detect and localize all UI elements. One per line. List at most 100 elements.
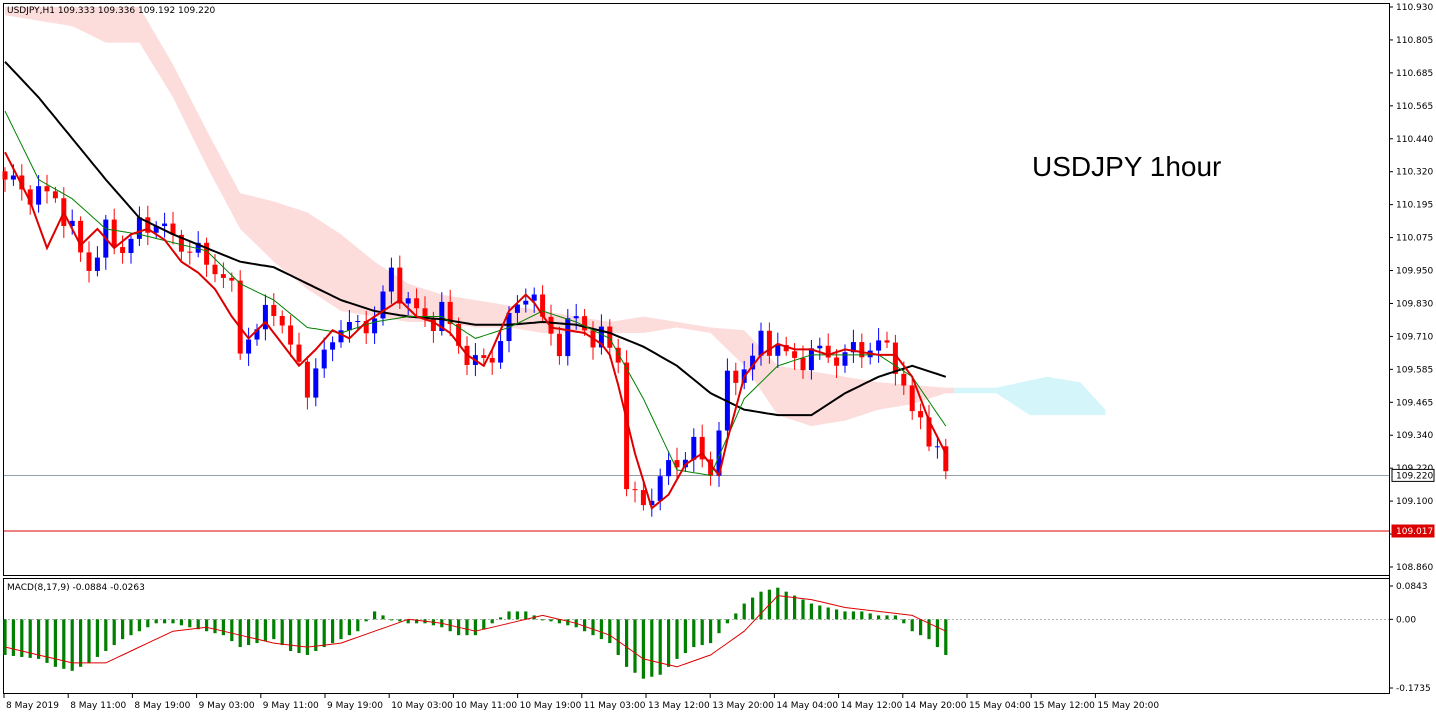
candle-body [842,352,848,366]
symbol-header: USDJPY,H1 109.333 109.336 109.192 109.22… [7,6,216,16]
candle-body [229,277,235,281]
macd-histogram-bar [146,619,150,628]
candle-body [136,217,142,239]
macd-histogram-bar [297,619,301,653]
macd-histogram-bar [398,619,402,622]
macd-histogram-bar [213,619,217,634]
macd-histogram-bar [507,611,511,620]
macd-histogram-bar [583,619,587,632]
price-tick-label: 110.440 [1396,135,1433,145]
candle-body [834,357,840,366]
macd-histogram-bar [835,609,839,620]
macd-histogram-bar [709,619,713,644]
macd-histogram-bar [121,619,125,640]
macd-histogram-bar [104,619,108,652]
macd-histogram-bar [247,619,251,646]
macd-histogram-bar [163,619,167,624]
macd-histogram-bar [87,619,91,663]
candle-body [44,186,50,192]
candle-body [388,267,394,292]
time-tick-label: 11 May 03:00 [584,701,646,711]
candle-body [808,348,814,371]
candle-body [876,340,882,351]
time-tick-label: 14 May 12:00 [841,701,903,711]
macd-histogram-bar [356,619,360,632]
candle-body [187,251,193,253]
current-price-tag: 109.220 [1391,468,1435,482]
time-tick-label: 15 May 12:00 [1033,701,1095,711]
candle-body [934,446,940,448]
candle-body [582,316,588,331]
macd-histogram-bar [238,619,242,648]
macd-histogram-bar [79,619,83,667]
macd-histogram-bar [364,619,368,622]
candle-body [397,267,403,304]
time-tick-label: 10 May 03:00 [391,701,453,711]
macd-histogram-bar [944,619,948,655]
macd-histogram-bar [868,613,872,620]
macd-histogram-bar [221,619,225,636]
macd-histogram-bar [877,615,881,620]
time-tick-label: 10 May 19:00 [520,701,582,711]
candle-body [817,345,823,349]
macd-histogram-bar [263,619,267,642]
candle-body [792,351,798,358]
time-tick-label: 13 May 12:00 [648,701,710,711]
macd-histogram-bar [843,611,847,620]
candle-body [52,191,58,199]
macd-histogram-bar [389,619,393,621]
macd-histogram-bar [37,619,41,659]
macd-histogram-bar [490,619,494,624]
candle-body [909,385,915,412]
support-price-tag: 109.017 [1391,524,1435,538]
candle-body [918,411,924,418]
macd-histogram-bar [725,619,729,624]
macd-histogram-bar [683,619,687,653]
macd-histogram-bar [339,619,343,640]
price-tick-label: 110.685 [1396,69,1433,79]
candle-body [733,370,739,383]
macd-histogram-bar [734,613,738,620]
macd-histogram-bar [809,603,813,620]
macd-histogram-bar [717,619,721,634]
candle-body [212,264,218,275]
candle-body [766,330,772,356]
macd-histogram-bar [650,619,654,677]
candle-body [355,320,361,322]
candle-body [220,274,226,278]
candle-body [296,344,302,362]
candle-body [405,298,411,304]
main-plot-frame [3,3,1390,576]
chart-annotation: USDJPY 1hour [1032,151,1221,182]
macd-plot-frame [3,578,1390,694]
candle-body [489,357,495,363]
macd-histogram-bar [549,619,553,622]
macd-histogram-bar [793,595,797,620]
macd-histogram-bar [280,619,284,646]
macd-histogram-bar [289,619,293,652]
macd-histogram-bar [171,619,175,624]
macd-histogram-bar [205,619,209,632]
macd-histogram-bar [465,619,469,636]
candle-body [279,315,285,326]
candle-body [94,257,100,271]
candle-body [573,316,579,319]
time-tick-label: 8 May 19:00 [134,701,190,711]
candle-body [78,220,84,253]
candle-body [481,355,487,358]
macd-histogram-bar [608,619,612,644]
candle-body [523,300,529,305]
macd-histogram-bar [499,617,503,620]
candle-body [330,342,336,350]
candle-body [321,349,327,369]
candle-body [10,175,16,180]
time-tick-label: 14 May 04:00 [776,701,838,711]
time-tick-label: 8 May 11:00 [70,701,126,711]
price-tick-label: 110.195 [1396,201,1433,211]
time-tick-label: 9 May 19:00 [327,701,383,711]
time-tick-label: 9 May 11:00 [263,701,319,711]
macd-histogram-bar [784,591,788,620]
time-tick-label: 10 May 11:00 [455,701,517,711]
price-tick-label: 109.710 [1396,332,1433,342]
macd-histogram-bar [818,605,822,620]
